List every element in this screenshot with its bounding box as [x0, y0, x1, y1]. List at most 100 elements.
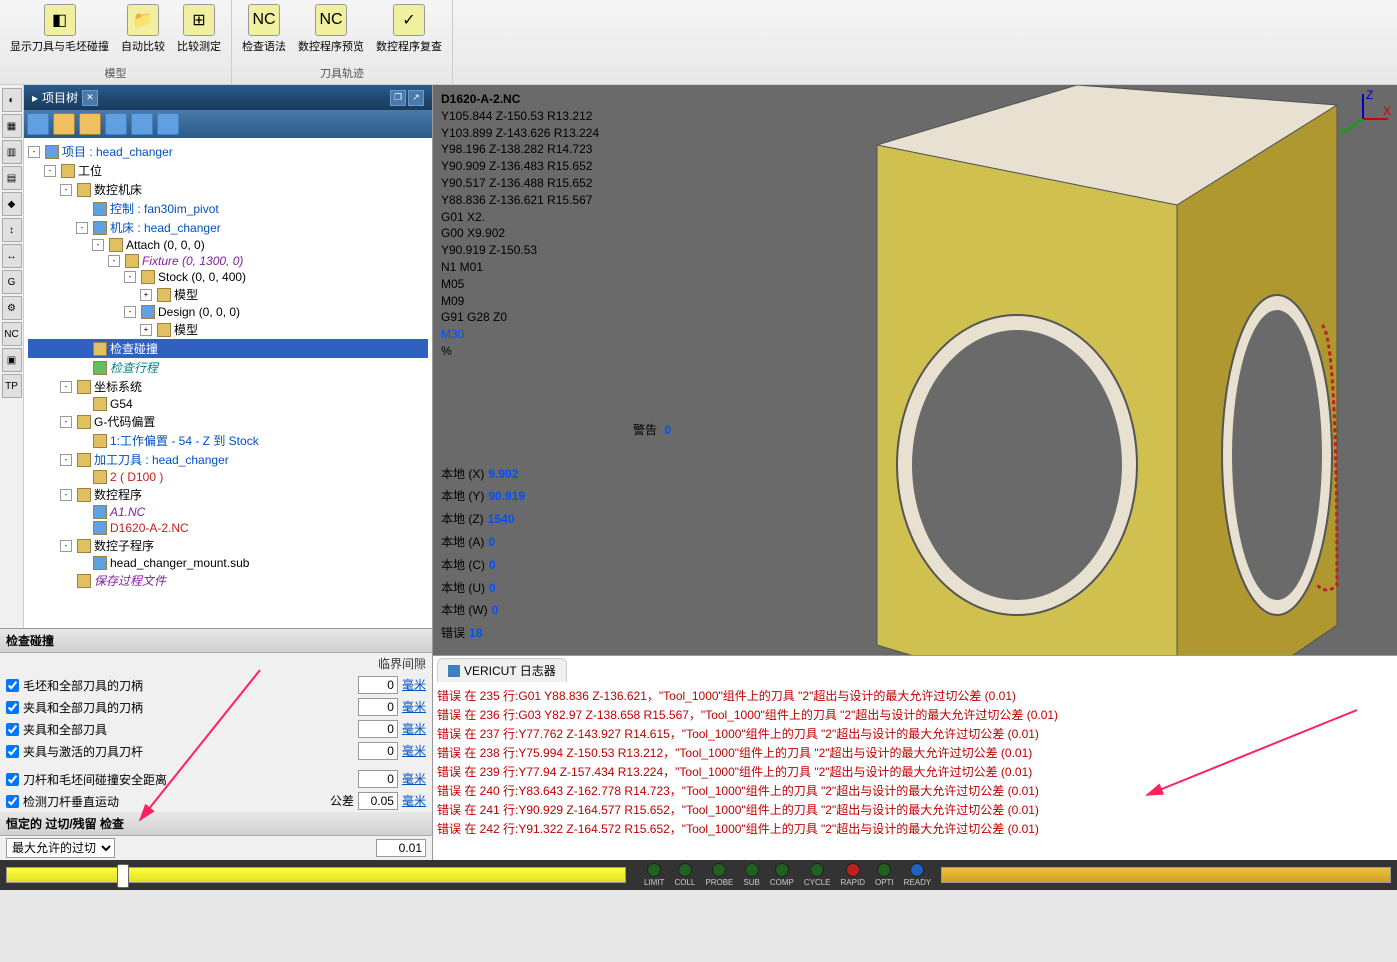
unit-link[interactable]: 毫米 [402, 794, 426, 808]
node-label[interactable]: 检查行程 [110, 359, 158, 376]
sidebar-btn[interactable]: ▦ [2, 114, 22, 138]
tree-node[interactable]: G54 [28, 396, 428, 412]
tree-node[interactable]: - Fixture (0, 1300, 0) [28, 253, 428, 269]
tree-node[interactable]: -工位 [28, 161, 428, 180]
popout-icon[interactable]: ↗ [408, 90, 424, 106]
tree-node[interactable]: - Design (0, 0, 0) [28, 304, 428, 320]
tree-node[interactable]: -数控程序 [28, 485, 428, 504]
log-line[interactable]: 错误 在 239 行:Y77.94 Z-157.434 R13.224，"Too… [437, 762, 1393, 781]
tree-node[interactable]: 保存过程文件 [28, 571, 428, 590]
node-label[interactable]: 数控程序 [94, 486, 142, 503]
collision-check[interactable]: 夹具和全部刀具 [6, 721, 107, 738]
node-label[interactable]: 数控机床 [94, 181, 142, 198]
log-line[interactable]: 错误 在 235 行:G01 Y88.836 Z-136.621，"Tool_1… [437, 686, 1393, 705]
overcut-select[interactable]: 最大允许的过切 [6, 838, 115, 858]
sidebar-btn[interactable]: ▥ [2, 140, 22, 164]
collision-check[interactable]: 毛坯和全部刀具的刀柄 [6, 677, 143, 694]
tree-node[interactable]: D1620-A-2.NC [28, 520, 428, 536]
node-label[interactable]: Fixture (0, 1300, 0) [142, 254, 243, 268]
unit-link[interactable]: 毫米 [402, 678, 426, 692]
tree-toggle[interactable]: + [140, 289, 152, 301]
sidebar-btn[interactable]: ⚙ [2, 296, 22, 320]
node-label[interactable]: 保存过程文件 [94, 572, 166, 589]
tree-node[interactable]: - Attach (0, 0, 0) [28, 237, 428, 253]
node-label[interactable]: 模型 [174, 286, 198, 303]
tree-toggle[interactable]: - [124, 306, 136, 318]
node-label[interactable]: 检查碰撞 [110, 340, 158, 357]
tree-toggle[interactable]: - [60, 381, 72, 393]
tree-toggle[interactable]: - [76, 222, 88, 234]
tree-node[interactable]: + 模型 [28, 285, 428, 304]
node-label[interactable]: 坐标系统 [94, 378, 142, 395]
tree-node[interactable]: 检查碰撞 [28, 339, 428, 358]
collision-check[interactable]: 检测刀杆垂直运动 [6, 793, 119, 810]
tree-toggle[interactable]: - [60, 454, 72, 466]
sidebar-btn[interactable]: ▤ [2, 166, 22, 190]
node-label[interactable]: 1:工作偏置 - 54 - Z 到 Stock [110, 432, 259, 449]
3d-viewport[interactable]: D1620-A-2.NC Y105.844 Z-150.53 R13.212Y1… [433, 85, 1397, 655]
clearance-input[interactable] [358, 792, 398, 810]
unit-link[interactable]: 毫米 [402, 700, 426, 714]
ribbon-item[interactable]: 📁自动比较 [115, 2, 171, 64]
node-label[interactable]: Design (0, 0, 0) [158, 305, 240, 319]
clearance-input[interactable] [358, 676, 398, 694]
tree-toggle[interactable]: - [28, 146, 40, 158]
collision-check[interactable]: 夹具和全部刀具的刀柄 [6, 699, 143, 716]
node-label[interactable]: D1620-A-2.NC [110, 521, 189, 535]
progress-thumb[interactable] [117, 864, 129, 888]
node-label[interactable]: A1.NC [110, 505, 145, 519]
tree-node[interactable]: -加工刀具 : head_changer [28, 450, 428, 469]
node-label[interactable]: 工位 [78, 162, 102, 179]
tree-node[interactable]: - 机床 : head_changer [28, 218, 428, 237]
sidebar-btn[interactable]: ◐ [2, 88, 22, 112]
node-label[interactable]: G-代码偏置 [94, 413, 155, 430]
log-line[interactable]: 错误 在 240 行:Y83.643 Z-162.778 R14.723，"To… [437, 781, 1393, 800]
tool-btn[interactable] [157, 113, 179, 135]
ribbon-item[interactable]: ✓数控程序复查 [370, 2, 448, 64]
tree-node[interactable]: -数控子程序 [28, 536, 428, 555]
log-line[interactable]: 错误 在 238 行:Y75.994 Z-150.53 R13.212，"Too… [437, 743, 1393, 762]
unit-link[interactable]: 毫米 [402, 744, 426, 758]
node-label[interactable]: Attach (0, 0, 0) [126, 238, 205, 252]
sidebar-btn[interactable]: G [2, 270, 22, 294]
log-tab[interactable]: VERICUT 日志器 [437, 658, 567, 682]
node-label[interactable]: 控制 : fan30im_pivot [110, 200, 219, 217]
close-icon[interactable]: ✕ [82, 90, 98, 106]
clearance-input[interactable] [358, 742, 398, 760]
tree-node[interactable]: 控制 : fan30im_pivot [28, 199, 428, 218]
node-label[interactable]: 项目 : head_changer [62, 143, 173, 160]
node-label[interactable]: head_changer_mount.sub [110, 556, 249, 570]
sidebar-btn[interactable]: ↔ [2, 244, 22, 268]
sidebar-btn[interactable]: ▣ [2, 348, 22, 372]
tree-toggle[interactable]: - [60, 184, 72, 196]
unit-link[interactable]: 毫米 [402, 772, 426, 786]
tree-toggle[interactable]: - [92, 239, 104, 251]
ribbon-item[interactable]: NC检查语法 [236, 2, 292, 64]
node-label[interactable]: Stock (0, 0, 400) [158, 270, 246, 284]
tree-toggle[interactable]: - [124, 271, 136, 283]
dock-icon[interactable]: ❐ [390, 90, 406, 106]
tree-node[interactable]: - 数控机床 [28, 180, 428, 199]
tree-toggle[interactable]: - [60, 416, 72, 428]
clearance-input[interactable] [358, 698, 398, 716]
tool-btn[interactable] [79, 113, 101, 135]
node-label[interactable]: 机床 : head_changer [110, 219, 221, 236]
tree-toggle[interactable]: - [108, 255, 120, 267]
tree-node[interactable]: 1:工作偏置 - 54 - Z 到 Stock [28, 431, 428, 450]
tree-node[interactable]: - 坐标系统 [28, 377, 428, 396]
tree-node[interactable]: - Stock (0, 0, 400) [28, 269, 428, 285]
ribbon-item[interactable]: ◧显示刀具与毛坯碰撞 [4, 2, 115, 64]
node-label[interactable]: 模型 [174, 321, 198, 338]
tree-node[interactable]: 2 ( D100 ) [28, 469, 428, 485]
overcut-value[interactable] [376, 839, 426, 857]
log-line[interactable]: 错误 在 237 行:Y77.762 Z-143.927 R14.615，"To… [437, 724, 1393, 743]
tree-node[interactable]: - G-代码偏置 [28, 412, 428, 431]
collision-check[interactable]: 夹具与激活的刀具刀杆 [6, 743, 143, 760]
clearance-input[interactable] [358, 720, 398, 738]
unit-link[interactable]: 毫米 [402, 722, 426, 736]
collision-check[interactable]: 刀杆和毛坯间碰撞安全距离 [6, 771, 167, 788]
tree-node[interactable]: 检查行程 [28, 358, 428, 377]
node-label[interactable]: G54 [110, 397, 133, 411]
sidebar-btn[interactable]: ◆ [2, 192, 22, 216]
log-line[interactable]: 错误 在 241 行:Y90.929 Z-164.577 R15.652，"To… [437, 800, 1393, 819]
